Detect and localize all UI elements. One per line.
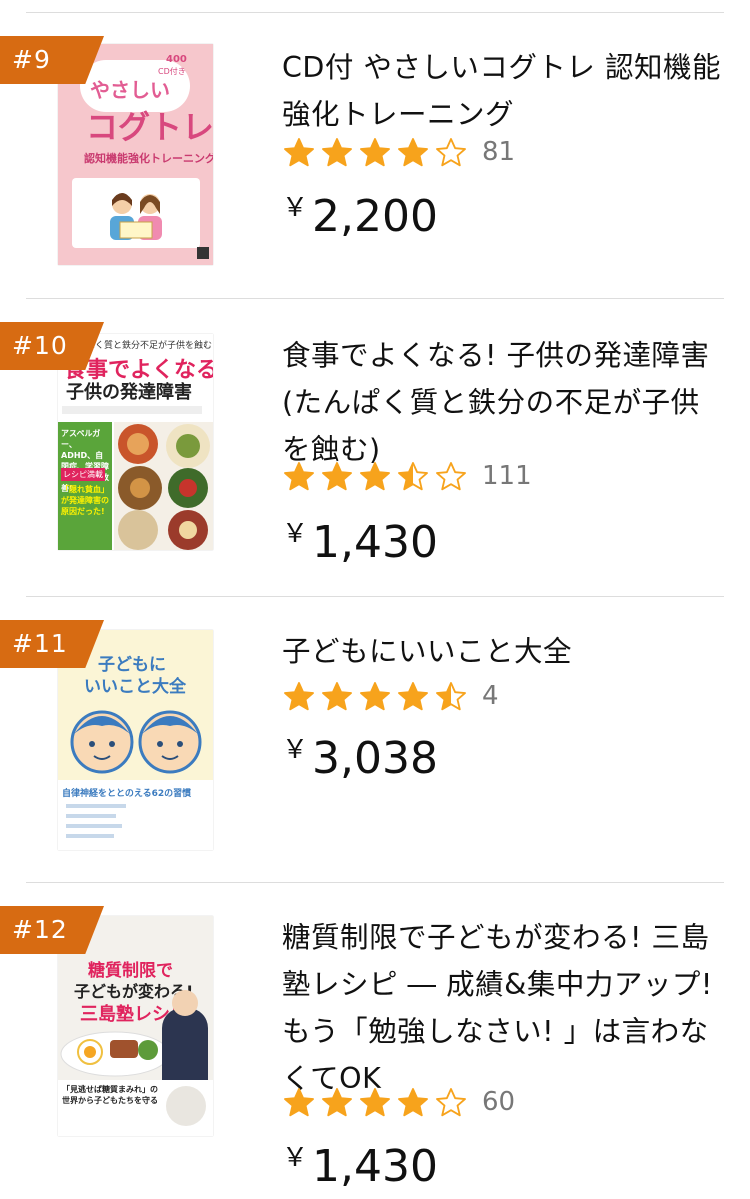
star-full-icon bbox=[284, 138, 314, 167]
review-count[interactable]: 81 bbox=[482, 137, 515, 167]
star-full-icon bbox=[322, 682, 352, 711]
star-full-icon bbox=[284, 682, 314, 711]
star-rating bbox=[282, 135, 468, 169]
star-full-icon bbox=[360, 462, 390, 491]
price: ￥1,430 bbox=[282, 508, 438, 569]
price: ￥2,200 bbox=[282, 182, 438, 243]
product-title[interactable]: 子どもにいいこと大全 bbox=[282, 628, 728, 675]
star-full-icon bbox=[284, 462, 314, 491]
cover-title-line3: 認知機能強化トレーニング bbox=[84, 152, 213, 165]
price: ￥1,430 bbox=[282, 1132, 438, 1193]
cover-subtitle: 自律神経をととのえる62の習慣 bbox=[62, 789, 192, 799]
food-plate-photo bbox=[60, 1031, 170, 1077]
price-value: 2,200 bbox=[312, 191, 438, 242]
star-rating bbox=[282, 1085, 468, 1119]
currency-symbol: ￥ bbox=[282, 519, 309, 549]
cover-top: ぱく質と鉄分不足が子供を蝕む bbox=[86, 341, 213, 351]
cover-title-line2: 子供の発達障害 bbox=[66, 382, 192, 403]
star-half-icon bbox=[436, 682, 466, 711]
star-empty-icon bbox=[436, 1088, 466, 1117]
product-title[interactable]: CD付 やさしいコグトレ 認知機能強化トレーニング bbox=[282, 44, 728, 138]
product-title[interactable]: 糖質制限で子どもが変わる! 三島塾レシピ ― 成績&集中力アップ! もう「勉強し… bbox=[282, 914, 728, 1102]
cover-title-line2: いいこと大全 bbox=[84, 677, 186, 697]
star-full-icon bbox=[360, 138, 390, 167]
star-empty-icon bbox=[436, 138, 466, 167]
price-value: 3,038 bbox=[312, 733, 438, 784]
children-reading-illustration bbox=[110, 193, 162, 240]
cover-badge: 400 bbox=[166, 54, 187, 65]
price-value: 1,430 bbox=[312, 517, 438, 568]
currency-symbol: ￥ bbox=[282, 193, 309, 223]
rating[interactable]: 60 bbox=[282, 1082, 515, 1122]
rating[interactable]: 111 bbox=[282, 456, 532, 496]
star-full-icon bbox=[398, 682, 428, 711]
star-full-icon bbox=[398, 138, 428, 167]
star-full-icon bbox=[322, 462, 352, 491]
star-full-icon bbox=[360, 1088, 390, 1117]
star-full-icon bbox=[360, 682, 390, 711]
star-rating bbox=[282, 679, 468, 713]
currency-symbol: ￥ bbox=[282, 735, 309, 765]
product-title[interactable]: 食事でよくなる! 子供の発達障害 (たんぱく質と鉄分の不足が子供を蝕む) bbox=[282, 332, 728, 473]
food-photos bbox=[114, 422, 213, 550]
cover-subtitle: 「見逃せば糖質まみれ」の世界から子どもたちを守る bbox=[62, 1085, 158, 1105]
list-item[interactable]: #12 糖質制限で 子どもが変わる! 三島塾レシピ 「見逃せば糖質まみれ」の世界… bbox=[0, 882, 750, 1199]
star-full-icon bbox=[284, 1088, 314, 1117]
star-rating bbox=[282, 459, 468, 493]
cover-recipe-tag: レシピ満載 bbox=[61, 468, 105, 481]
list-item[interactable]: #10 ぱく質と鉄分不足が子供を蝕む 食事でよくなる! 子供の発達障害 アスペル… bbox=[0, 298, 750, 596]
price: ￥3,038 bbox=[282, 724, 438, 785]
cover-side-text: 「隠れ貧血」が発達障害の原因だった! bbox=[61, 485, 109, 516]
faces-illustration bbox=[70, 710, 202, 774]
cover-title-line2: コグトレ bbox=[86, 108, 213, 146]
star-half-icon bbox=[398, 462, 428, 491]
review-count[interactable]: 111 bbox=[482, 461, 532, 491]
star-empty-icon bbox=[436, 462, 466, 491]
rating[interactable]: 4 bbox=[282, 676, 499, 716]
cover-title-line1: やさしい bbox=[90, 78, 170, 102]
list-item[interactable]: #11 子どもに いいこと大全 自律神経をととのえる62の習慣 子どもにいいこと… bbox=[0, 596, 750, 882]
star-full-icon bbox=[322, 138, 352, 167]
list-item[interactable]: #9 400 CD付き やさしい コグトレ 認知機能強化トレーニング CD付 や… bbox=[0, 0, 750, 298]
review-count[interactable]: 4 bbox=[482, 681, 499, 711]
star-full-icon bbox=[322, 1088, 352, 1117]
review-count[interactable]: 60 bbox=[482, 1087, 515, 1117]
rating[interactable]: 81 bbox=[282, 132, 515, 172]
currency-symbol: ￥ bbox=[282, 1143, 309, 1173]
price-value: 1,430 bbox=[312, 1141, 438, 1192]
star-full-icon bbox=[398, 1088, 428, 1117]
